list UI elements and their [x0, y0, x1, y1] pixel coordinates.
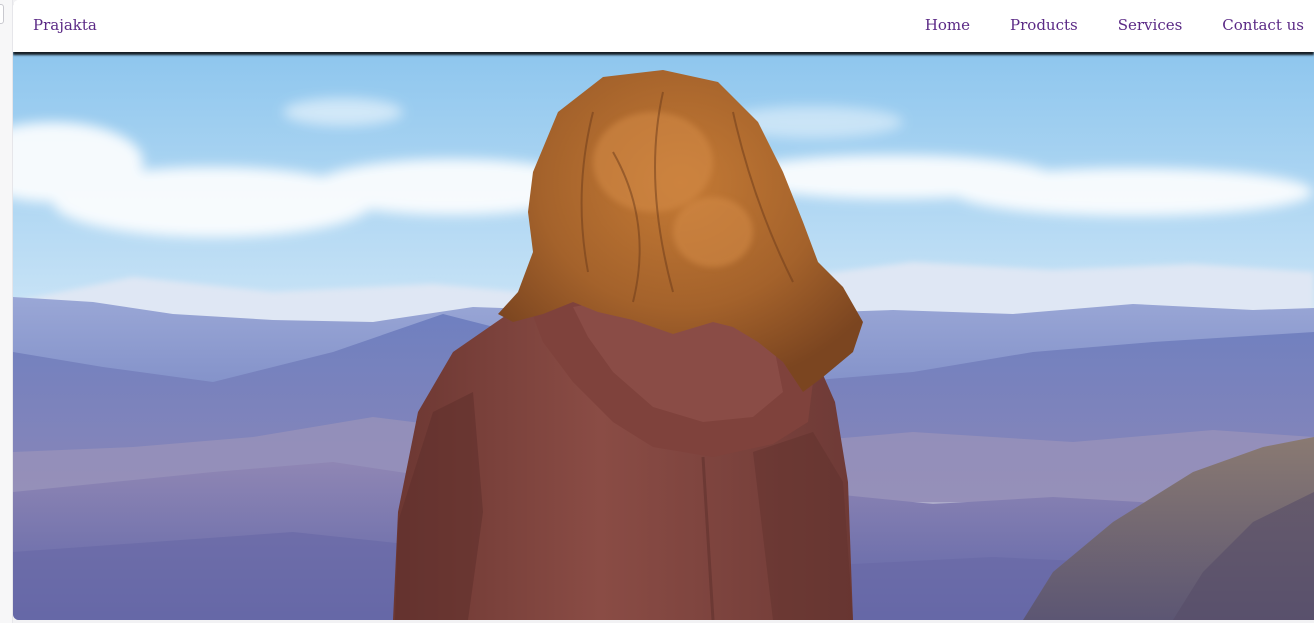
nav-link-home[interactable]: Home [925, 16, 970, 34]
nav-links: Home Products Services Contact us [925, 16, 1304, 34]
nav-link-services[interactable]: Services [1118, 16, 1183, 34]
page: Prajakta Home Products Services Contact … [13, 0, 1314, 620]
hero-image [13, 52, 1314, 620]
nav-link-products[interactable]: Products [1010, 16, 1078, 34]
brand-logo[interactable]: Prajakta [33, 16, 97, 34]
browser-left-edge [0, 0, 13, 623]
nav-link-contact[interactable]: Contact us [1222, 16, 1304, 34]
hero-illustration [13, 52, 1314, 620]
sidebar-handle[interactable] [0, 4, 4, 24]
navbar: Prajakta Home Products Services Contact … [13, 0, 1314, 52]
